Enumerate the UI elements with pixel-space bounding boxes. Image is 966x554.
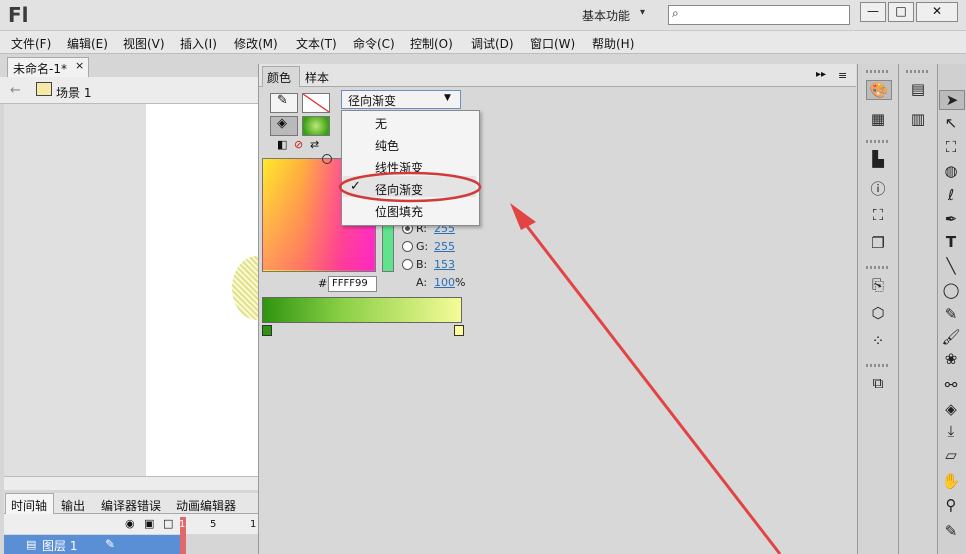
lasso-icon[interactable]: ℓ	[939, 186, 963, 204]
zoom-tool-icon[interactable]: ⚲	[939, 496, 963, 514]
library-panel-icon[interactable]: ⧉	[866, 374, 890, 392]
align-icon[interactable]: ▙	[866, 150, 890, 168]
pencil-icon[interactable]: ✎	[939, 305, 963, 323]
properties-icon[interactable]: ▤	[906, 80, 930, 98]
hand-tool-icon[interactable]: ✋	[939, 472, 963, 490]
components-icon[interactable]: ⬡	[866, 304, 890, 322]
annotation-arrow-line	[514, 211, 782, 554]
panel-dock-2	[898, 64, 939, 554]
annotation-ellipse	[338, 171, 482, 203]
3d-rotation-icon[interactable]: ◍	[939, 162, 963, 180]
pen-tool-icon[interactable]: ✒	[939, 210, 963, 228]
info-icon[interactable]: ⓘ	[866, 178, 890, 199]
library-icon[interactable]: ▥	[906, 110, 930, 128]
color-panel-icon[interactable]: 🎨	[866, 80, 892, 100]
annotation-overlay	[338, 171, 782, 554]
annotation-arrow-head	[510, 203, 536, 230]
selection-tool-icon[interactable]: ➤	[939, 90, 965, 110]
code-snippets-icon[interactable]: ⎘	[866, 276, 890, 294]
eraser-icon[interactable]: ▱	[939, 446, 963, 464]
dock-grip[interactable]	[866, 266, 888, 269]
subselection-tool-icon[interactable]: ↖	[939, 114, 963, 132]
deco-tool-icon[interactable]: ❀	[939, 350, 963, 368]
transform-icon[interactable]: ⛶	[866, 206, 890, 224]
swatches-icon[interactable]: ▦	[866, 110, 890, 128]
scene-panel-icon[interactable]: ❐	[866, 234, 890, 252]
paint-bucket-icon[interactable]: ◈	[939, 400, 963, 418]
dock-grip[interactable]	[866, 364, 888, 367]
dock-grip[interactable]	[906, 70, 928, 73]
stroke-color-tool-icon[interactable]: ✎	[939, 522, 963, 540]
free-transform-icon[interactable]: ⛶	[939, 138, 963, 156]
motion-presets-icon[interactable]: ⁘	[866, 332, 890, 350]
oval-tool-icon[interactable]: ◯	[939, 281, 963, 299]
line-tool-icon[interactable]: ╲	[939, 257, 963, 275]
eyedropper-icon[interactable]: ⤓	[939, 422, 963, 440]
text-tool-icon[interactable]: T	[939, 233, 963, 251]
bone-tool-icon[interactable]: ⚯	[939, 376, 963, 394]
brush-icon[interactable]: 🖌	[939, 328, 963, 346]
dock-grip[interactable]	[866, 140, 888, 143]
dock-grip[interactable]	[866, 70, 888, 73]
